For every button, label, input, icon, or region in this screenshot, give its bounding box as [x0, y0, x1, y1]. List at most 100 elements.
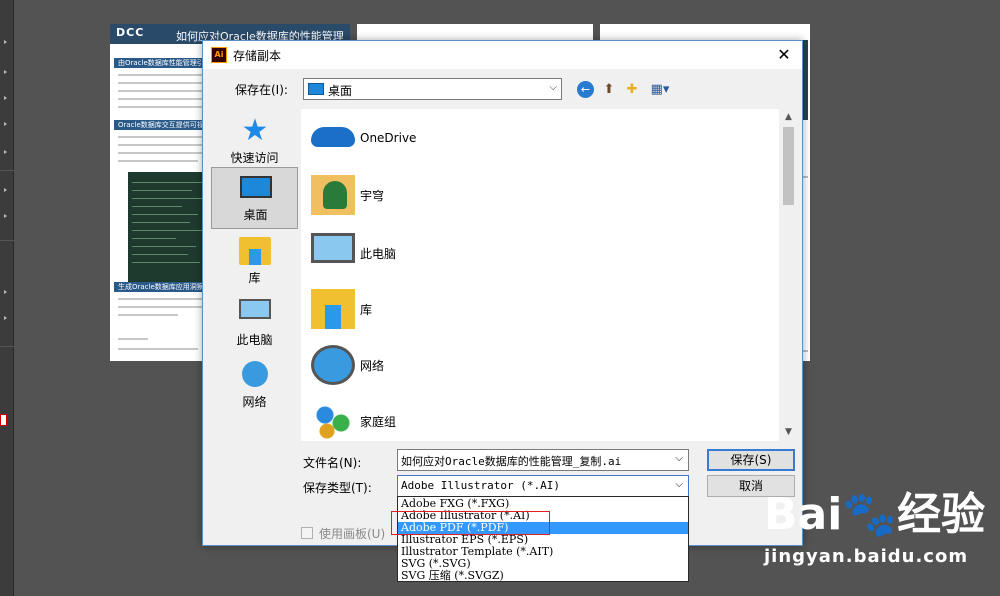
- scroll-thumb[interactable]: [783, 127, 794, 205]
- panel-arrow-icon[interactable]: [4, 150, 8, 154]
- place-label: 网络: [242, 395, 267, 409]
- text-line: [118, 152, 208, 154]
- place-desktop[interactable]: 桌面: [211, 167, 298, 229]
- view-menu-button[interactable]: ▦▾: [647, 81, 673, 99]
- save-in-dropdown[interactable]: 桌面 ⌵: [303, 78, 562, 100]
- document-logo: DCC: [116, 26, 145, 39]
- filetype-option[interactable]: SVG 压缩 (*.SVGZ): [398, 570, 688, 582]
- places-bar: ★ 快速访问 桌面 库 此电脑 网络: [209, 109, 300, 441]
- place-libraries[interactable]: 库: [211, 231, 298, 293]
- place-this-pc[interactable]: 此电脑: [211, 293, 298, 355]
- user-folder-icon: [311, 175, 355, 215]
- watermark-logo: Bai🐾经验: [764, 489, 986, 540]
- list-item[interactable]: 宇穹: [301, 167, 779, 223]
- text-line: [118, 90, 210, 92]
- text-line: [118, 106, 206, 108]
- up-folder-button[interactable]: ⬆: [599, 81, 619, 99]
- place-label: 快速访问: [230, 151, 279, 165]
- save-button[interactable]: 保存(S): [707, 449, 795, 471]
- place-label: 桌面: [243, 208, 268, 222]
- file-name: 家庭组: [360, 415, 397, 429]
- panel-arrow-icon[interactable]: [4, 188, 8, 192]
- text-line: [118, 82, 204, 84]
- chevron-down-icon: ⌵: [675, 479, 683, 490]
- network-icon: [311, 345, 355, 385]
- list-item[interactable]: 此电脑: [301, 225, 779, 281]
- place-quick-access[interactable]: ★ 快速访问: [211, 111, 298, 173]
- watermark-url: jingyan.baidu.com: [764, 546, 969, 567]
- dialog-titlebar[interactable]: Ai 存储副本 ✕: [203, 41, 802, 69]
- panel-divider: [0, 346, 14, 347]
- text-line: [118, 98, 202, 100]
- baidu-watermark: Bai🐾经验 jingyan.baidu.com: [760, 488, 1000, 596]
- filetype-value: Adobe Illustrator (*.AI): [401, 479, 560, 492]
- network-icon: [242, 361, 268, 387]
- save-in-label: 保存在(I):: [235, 83, 288, 97]
- library-icon: [239, 237, 271, 265]
- text-line: [118, 314, 178, 316]
- tools-panel: [0, 0, 14, 596]
- star-icon: ★: [241, 113, 269, 148]
- text-line: [118, 306, 202, 308]
- homegroup-icon: [311, 401, 355, 441]
- filename-label: 文件名(N):: [303, 456, 362, 470]
- place-label: 此电脑: [236, 333, 273, 347]
- panel-divider: [0, 170, 14, 171]
- panel-arrow-icon[interactable]: [4, 70, 8, 74]
- scroll-down-icon[interactable]: ▼: [779, 424, 798, 441]
- list-item[interactable]: 网络: [301, 337, 779, 393]
- chevron-down-icon: ⌵: [549, 82, 557, 93]
- text-line: [118, 348, 198, 350]
- panel-arrow-icon[interactable]: [4, 214, 8, 218]
- file-name: 此电脑: [360, 247, 397, 261]
- back-button[interactable]: ←: [577, 81, 594, 98]
- file-name: 网络: [360, 359, 385, 373]
- filename-field[interactable]: 如何应对Oracle数据库的性能管理_复制.ai ⌵: [397, 449, 689, 471]
- panel-divider: [0, 240, 14, 241]
- place-network[interactable]: 网络: [211, 355, 298, 417]
- document-screenshot: [128, 172, 210, 282]
- text-line: [118, 144, 204, 146]
- panel-arrow-icon[interactable]: [4, 122, 8, 126]
- text-line: [118, 338, 148, 340]
- text-line: [118, 136, 208, 138]
- illustrator-app-icon: Ai: [211, 47, 227, 63]
- panel-arrow-icon[interactable]: [4, 316, 8, 320]
- fill-swatch[interactable]: [0, 414, 7, 426]
- pc-icon: [311, 233, 355, 263]
- checkbox-box[interactable]: [301, 527, 313, 539]
- vertical-scrollbar[interactable]: ▲ ▼: [779, 109, 798, 441]
- text-line: [118, 74, 208, 76]
- library-icon: [311, 289, 355, 329]
- panel-arrow-icon[interactable]: [4, 96, 8, 100]
- highlight-annotation-box: [391, 511, 550, 535]
- filename-value: 如何应对Oracle数据库的性能管理_复制.ai: [401, 455, 622, 468]
- dialog-title: 存储副本: [233, 49, 282, 63]
- file-list: OneDrive 宇穹 此电脑 库 网络 家庭组 ▲ ▼: [301, 109, 798, 441]
- filetype-label: 保存类型(T):: [303, 481, 372, 495]
- file-name: OneDrive: [360, 131, 417, 145]
- pc-icon: [239, 299, 271, 319]
- list-item[interactable]: OneDrive: [301, 111, 779, 167]
- panel-arrow-icon[interactable]: [4, 40, 8, 44]
- save-in-value: 桌面: [328, 84, 353, 98]
- text-line: [118, 298, 206, 300]
- chevron-down-icon[interactable]: ⌵: [675, 453, 683, 464]
- file-name: 宇穹: [360, 189, 385, 203]
- save-copy-dialog: Ai 存储副本 ✕ 保存在(I): 桌面 ⌵ ← ⬆ ✚ ▦▾ ★ 快速访问 桌…: [202, 40, 803, 582]
- place-label: 库: [248, 271, 261, 285]
- text-line: [118, 160, 198, 162]
- file-name: 库: [360, 303, 373, 317]
- list-item[interactable]: 家庭组: [301, 393, 779, 449]
- scroll-up-icon[interactable]: ▲: [779, 109, 798, 126]
- filetype-dropdown-list: Adobe FXG (*.FXG) Adobe Illustrator (*.A…: [397, 496, 689, 582]
- onedrive-icon: [311, 127, 355, 147]
- desktop-icon: [240, 176, 272, 198]
- close-button[interactable]: ✕: [774, 45, 794, 65]
- filetype-select[interactable]: Adobe Illustrator (*.AI) ⌵: [397, 475, 689, 497]
- list-item[interactable]: 库: [301, 281, 779, 337]
- desktop-icon: [308, 83, 324, 95]
- use-artboards-label: 使用画板(U): [319, 527, 386, 541]
- panel-arrow-icon[interactable]: [4, 290, 8, 294]
- new-folder-button[interactable]: ✚: [622, 81, 642, 99]
